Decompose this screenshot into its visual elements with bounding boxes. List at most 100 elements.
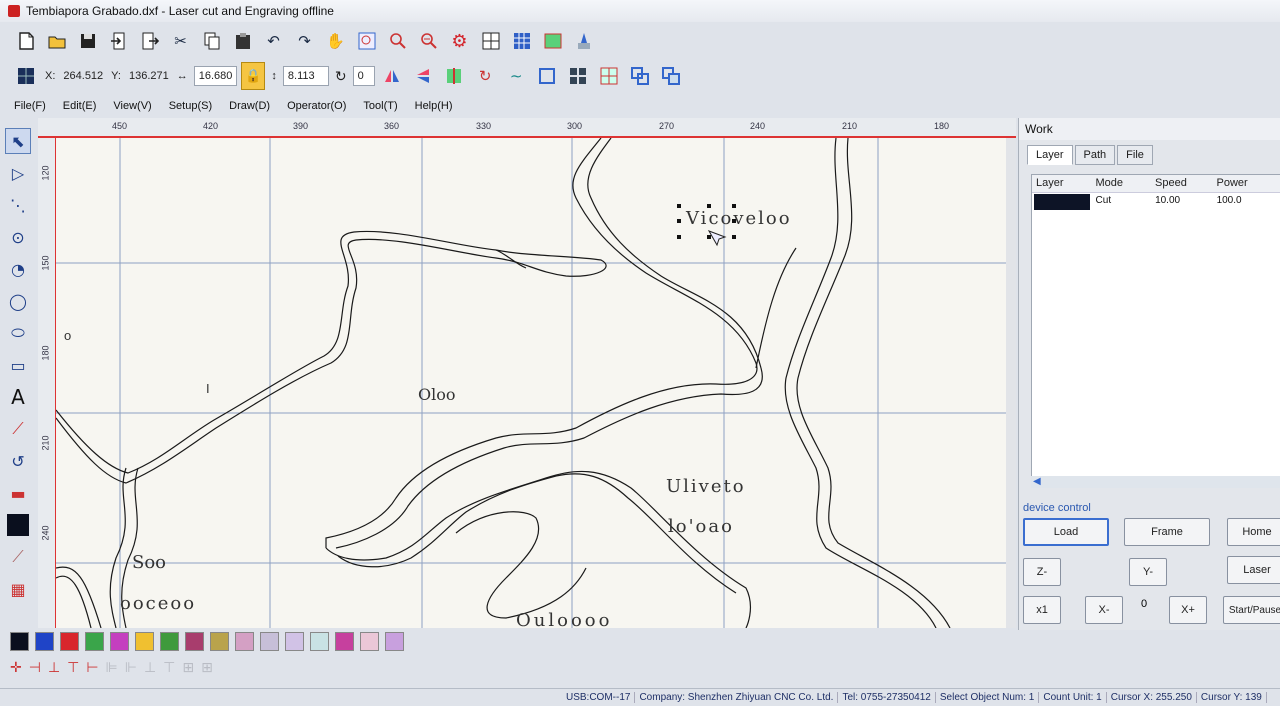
- grid-pattern-icon[interactable]: ▦: [5, 576, 31, 602]
- canvas-label[interactable]: Ouloooo: [516, 610, 612, 628]
- node-edit-icon[interactable]: ▷: [5, 160, 31, 186]
- z-minus-button[interactable]: Z-: [1023, 558, 1061, 586]
- x-minus-button[interactable]: X-: [1085, 596, 1123, 624]
- select-pointer-icon[interactable]: ⬉: [5, 128, 31, 154]
- palette-color[interactable]: [385, 632, 404, 651]
- menu-operator[interactable]: Operator(O): [287, 100, 346, 112]
- canvas-label[interactable]: ooceoo: [120, 593, 196, 614]
- group-icon[interactable]: [627, 63, 654, 90]
- redo-icon[interactable]: ↷: [291, 28, 318, 55]
- mirror-vertical-icon[interactable]: [410, 63, 437, 90]
- image-icon[interactable]: [539, 28, 566, 55]
- canvas-label[interactable]: Vicoveloo: [686, 208, 792, 229]
- palette-color[interactable]: [10, 632, 29, 651]
- canvas-label[interactable]: Uliveto: [666, 476, 746, 497]
- zoom-out-icon[interactable]: [415, 28, 442, 55]
- align-bottom-icon[interactable]: ⊥: [48, 660, 60, 684]
- cut-icon[interactable]: ✂: [167, 28, 194, 55]
- align-center-icon[interactable]: [441, 63, 468, 90]
- import-icon[interactable]: [105, 28, 132, 55]
- tab-path[interactable]: Path: [1074, 145, 1116, 165]
- palette-color[interactable]: [360, 632, 379, 651]
- canvas-scrollbar[interactable]: [1006, 138, 1016, 628]
- x-value[interactable]: 264.512: [61, 70, 105, 82]
- menu-setup[interactable]: Setup(S): [169, 100, 212, 112]
- distribute-right-icon[interactable]: ⊩: [125, 660, 137, 684]
- distribute-h-icon[interactable]: ⊞: [182, 660, 194, 684]
- canvas-label[interactable]: I: [206, 381, 210, 396]
- palette-color[interactable]: [235, 632, 254, 651]
- canvas-label[interactable]: o: [64, 328, 71, 343]
- align-right-icon[interactable]: ⊢: [86, 660, 98, 684]
- open-icon[interactable]: [43, 28, 70, 55]
- tab-file[interactable]: File: [1117, 145, 1153, 165]
- new-icon[interactable]: [12, 28, 39, 55]
- canvas-label[interactable]: Soo: [132, 552, 166, 573]
- menu-edit[interactable]: Edit(E): [63, 100, 97, 112]
- palette-color[interactable]: [210, 632, 229, 651]
- palette-color[interactable]: [310, 632, 329, 651]
- ungroup-icon[interactable]: [658, 63, 685, 90]
- measure-ruler-icon[interactable]: ⟋: [5, 544, 31, 570]
- y-minus-button[interactable]: Y-: [1129, 558, 1167, 586]
- palette-color[interactable]: [110, 632, 129, 651]
- palette-color[interactable]: [285, 632, 304, 651]
- menu-view[interactable]: View(V): [113, 100, 151, 112]
- settings-gear-icon[interactable]: ⚙: [446, 28, 473, 55]
- mirror-horizontal-icon[interactable]: [379, 63, 406, 90]
- home-button[interactable]: Home: [1227, 518, 1280, 546]
- align-left-icon[interactable]: ⊣: [29, 660, 41, 684]
- palette-color[interactable]: [60, 632, 79, 651]
- frame-button[interactable]: Frame: [1124, 518, 1210, 546]
- palette-color[interactable]: [185, 632, 204, 651]
- menu-draw[interactable]: Draw(D): [229, 100, 270, 112]
- array-icon[interactable]: [565, 63, 592, 90]
- canvas-label[interactable]: lo'oao: [668, 516, 734, 537]
- arc-icon[interactable]: ◔: [5, 256, 31, 282]
- circle-icon[interactable]: ⊙: [5, 224, 31, 250]
- palette-color[interactable]: [160, 632, 179, 651]
- scroll-left-icon[interactable]: ◀: [1033, 476, 1041, 487]
- laser-button[interactable]: Laser: [1227, 556, 1280, 584]
- laser-point-icon[interactable]: ⟋: [5, 416, 31, 442]
- line-icon[interactable]: ⋱: [5, 192, 31, 218]
- menu-file[interactable]: File(F): [14, 100, 46, 112]
- start-pause-button[interactable]: Start/Pause: [1223, 596, 1280, 624]
- palette-color[interactable]: [135, 632, 154, 651]
- grid-icon[interactable]: [477, 28, 504, 55]
- width-input[interactable]: 16.680: [193, 66, 238, 86]
- table-icon[interactable]: [508, 28, 535, 55]
- drawing-canvas[interactable]: Vicoveloo Oloo Uliveto lo'oao Soo ooceoo…: [56, 138, 1016, 628]
- x-plus-button[interactable]: X+: [1169, 596, 1207, 624]
- align-center-point-icon[interactable]: ✛: [10, 660, 22, 684]
- undo-icon[interactable]: ↶: [260, 28, 287, 55]
- zoom-in-icon[interactable]: [384, 28, 411, 55]
- position-mode-icon[interactable]: [12, 63, 39, 90]
- load-button[interactable]: Load: [1023, 518, 1109, 546]
- tab-layer[interactable]: Layer: [1027, 145, 1073, 165]
- circle-center-icon[interactable]: ◯: [5, 288, 31, 314]
- text-tool-icon[interactable]: A: [5, 384, 31, 410]
- height-input[interactable]: 8.113: [282, 66, 329, 86]
- y-value[interactable]: 136.271: [127, 70, 171, 82]
- copy-icon[interactable]: [198, 28, 225, 55]
- rotate-tool-icon[interactable]: ↺: [5, 448, 31, 474]
- layer-color-swatch[interactable]: [1034, 194, 1090, 210]
- rotation-input[interactable]: 0: [352, 66, 375, 86]
- zoom-window-icon[interactable]: [353, 28, 380, 55]
- bar-tool-icon[interactable]: ▬: [5, 480, 31, 506]
- paste-icon[interactable]: [229, 28, 256, 55]
- x1-button[interactable]: x1: [1023, 596, 1061, 624]
- palette-color[interactable]: [260, 632, 279, 651]
- palette-color[interactable]: [35, 632, 54, 651]
- pen-tool-icon[interactable]: [570, 28, 597, 55]
- align-top-icon[interactable]: ⊤: [67, 660, 79, 684]
- save-icon[interactable]: [74, 28, 101, 55]
- distribute-left-icon[interactable]: ⊫: [106, 660, 118, 684]
- distribute-bottom-icon[interactable]: ⊥: [144, 660, 156, 684]
- menu-tool[interactable]: Tool(T): [363, 100, 397, 112]
- distribute-v-icon[interactable]: ⊞: [201, 660, 213, 684]
- grid-array-icon[interactable]: [596, 63, 623, 90]
- curve-icon[interactable]: ∼: [503, 63, 530, 90]
- table-row[interactable]: Cut 10.00 100.0: [1032, 193, 1280, 211]
